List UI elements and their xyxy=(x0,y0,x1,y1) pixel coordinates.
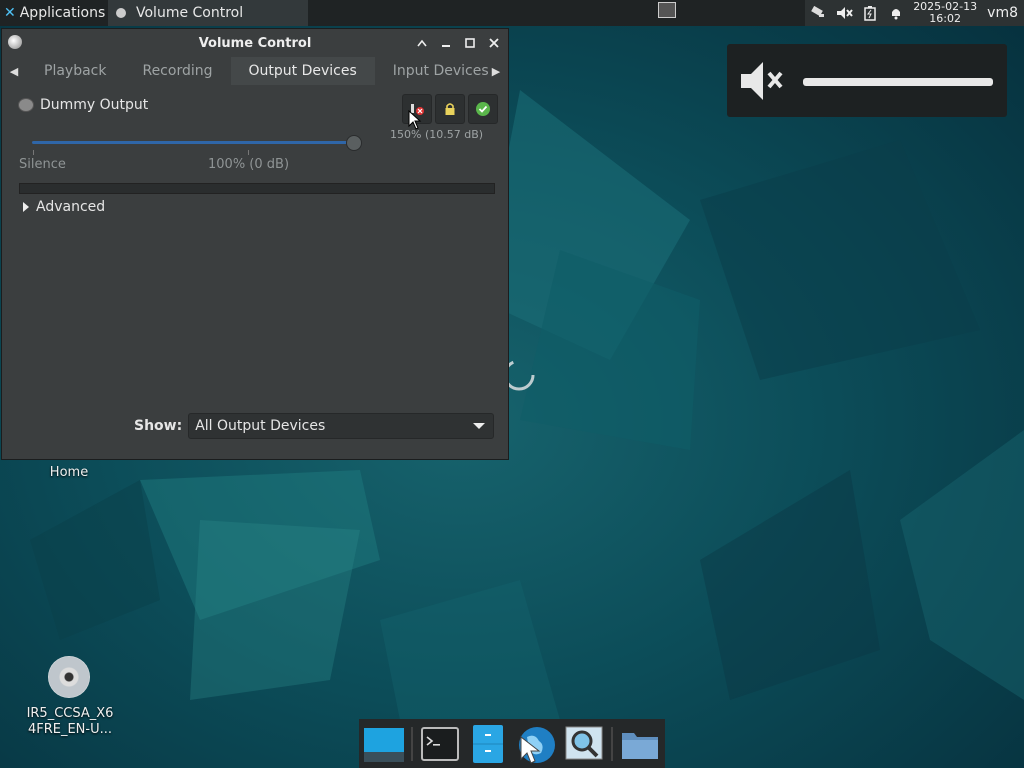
disc-label-line1: IR5_CCSA_X6 xyxy=(26,706,114,721)
show-filter: Show: All Output Devices xyxy=(134,413,495,439)
workspace-switcher[interactable] xyxy=(658,2,676,18)
tab-bar: ◀ Playback Recording Output Devices Inpu… xyxy=(2,57,508,85)
terminal-button[interactable] xyxy=(419,723,461,765)
terminal-icon xyxy=(421,726,459,761)
tab-scroll-right-icon[interactable]: ▶ xyxy=(484,65,508,78)
user-menu[interactable]: vm8 xyxy=(981,5,1024,21)
maximize-icon xyxy=(465,38,475,48)
advanced-label: Advanced xyxy=(36,199,106,215)
show-desktop-button[interactable] xyxy=(363,723,405,765)
web-browser-button[interactable] xyxy=(515,723,557,765)
home-folder-button[interactable] xyxy=(619,723,661,765)
show-desktop-icon xyxy=(364,727,404,762)
device-name: Dummy Output xyxy=(40,97,149,113)
tab-playback[interactable]: Playback xyxy=(26,57,124,85)
checkmark-icon xyxy=(476,102,490,116)
battery-icon[interactable] xyxy=(857,0,883,26)
show-device-dropdown[interactable]: All Output Devices xyxy=(188,413,495,439)
mouse-cursor-icon xyxy=(408,110,422,130)
maximize-button[interactable] xyxy=(460,33,480,53)
file-manager-button[interactable] xyxy=(467,723,509,765)
home-icon-label[interactable]: Home xyxy=(40,465,98,480)
dock xyxy=(359,719,665,768)
show-label: Show: xyxy=(134,418,183,434)
volume-osd xyxy=(727,44,1007,117)
folder-icon xyxy=(622,732,658,759)
dropdown-value: All Output Devices xyxy=(195,418,326,434)
app-icon xyxy=(8,35,22,49)
disc-label[interactable]: IR5_CCSA_X6 4FRE_EN-U... xyxy=(14,706,126,738)
osd-volume-bar xyxy=(803,78,993,86)
slider-tick-100 xyxy=(248,150,249,155)
clock-time: 16:02 xyxy=(929,12,961,25)
set-default-button[interactable] xyxy=(468,94,498,124)
dropdown-arrow-icon xyxy=(473,423,486,429)
applications-menu-button[interactable]: ✕ Applications ⋮ xyxy=(0,0,122,26)
window-titlebar[interactable]: Volume Control xyxy=(2,29,508,57)
chevron-up-icon xyxy=(417,39,427,47)
scale-label-silence: Silence xyxy=(19,157,66,172)
volume-control-app-icon xyxy=(116,8,126,18)
volume-slider-track[interactable] xyxy=(32,141,357,144)
audio-device-icon xyxy=(18,98,34,112)
dock-separator xyxy=(411,726,413,761)
shade-button[interactable] xyxy=(412,33,432,53)
network-icon[interactable] xyxy=(805,0,831,26)
advanced-expander[interactable]: Advanced xyxy=(22,199,105,215)
output-devices-panel: Dummy Output 150% (10.57 dB) Silence 100… xyxy=(2,85,508,439)
volume-readout: 150% (10.57 dB) xyxy=(390,128,484,141)
top-panel: ✕ Applications ⋮ Volume Control 2025-02-… xyxy=(0,0,1024,26)
volume-muted-icon xyxy=(741,62,783,100)
lock-icon xyxy=(445,103,455,115)
app-finder-icon xyxy=(565,726,603,759)
minimize-icon xyxy=(442,45,450,47)
scale-label-100: 100% (0 dB) xyxy=(208,157,290,172)
close-icon xyxy=(489,38,499,48)
volume-slider-handle[interactable] xyxy=(346,135,362,151)
slider-tick-silence xyxy=(33,150,34,155)
volume-muted-icon[interactable] xyxy=(831,0,857,26)
dock-separator xyxy=(611,726,613,761)
peak-level-meter xyxy=(19,183,495,194)
disc-label-line2: 4FRE_EN-U... xyxy=(27,722,113,737)
device-header: Dummy Output xyxy=(18,97,148,113)
web-browser-icon xyxy=(519,726,555,764)
system-tray: 2025-02-13 16:02 vm8 xyxy=(805,0,1024,26)
notification-icon[interactable] xyxy=(883,0,909,26)
taskbar-volume-control[interactable]: Volume Control xyxy=(108,0,308,26)
lock-channels-button[interactable] xyxy=(435,94,465,124)
optical-disc-icon[interactable] xyxy=(48,656,90,698)
clock[interactable]: 2025-02-13 16:02 xyxy=(909,1,981,25)
file-manager-icon xyxy=(473,724,503,763)
window-buttons xyxy=(412,33,504,53)
expander-arrow-icon xyxy=(23,202,29,212)
window-title: Volume Control xyxy=(198,35,312,51)
volume-control-window: Volume Control ◀ Playback Recording Outp… xyxy=(1,28,509,460)
applications-label: Applications xyxy=(19,5,106,21)
tab-scroll-left-icon[interactable]: ◀ xyxy=(2,65,26,78)
taskbar-item-title: Volume Control xyxy=(136,5,244,21)
xfce-logo-icon: ✕ xyxy=(4,5,16,21)
minimize-button[interactable] xyxy=(436,33,456,53)
tab-recording[interactable]: Recording xyxy=(124,57,230,85)
tab-output-devices[interactable]: Output Devices xyxy=(230,57,375,85)
app-finder-button[interactable] xyxy=(563,723,605,765)
close-button[interactable] xyxy=(484,33,504,53)
